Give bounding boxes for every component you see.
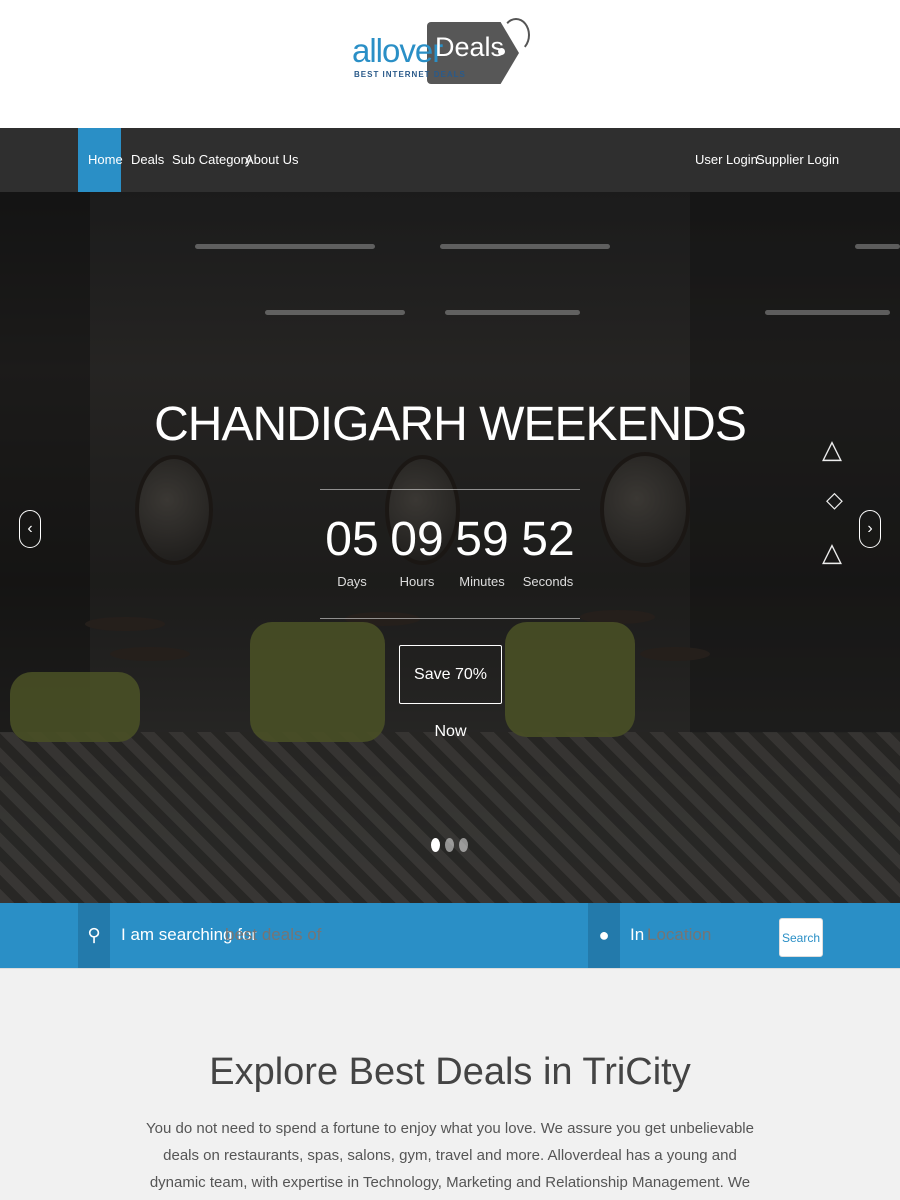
search-button[interactable]: Search (779, 918, 823, 957)
logo-subtitle: BEST INTERNET DEALS (354, 70, 466, 79)
countdown-value: 05 (325, 513, 379, 566)
slider-dot[interactable] (431, 838, 440, 852)
explore-section: Explore Best Deals in TriCity You do not… (0, 968, 900, 1200)
countdown-label: Seconds (522, 574, 574, 589)
slider-indicators (431, 838, 473, 857)
logo-tag-string (502, 18, 530, 52)
countdown-value: 09 (390, 513, 444, 566)
save-now-button[interactable]: Save 70% Now (399, 645, 502, 740)
explore-description: You do not need to spend a fortune to en… (146, 1120, 754, 1191)
slider-dot[interactable] (445, 838, 454, 852)
nav-about-us[interactable]: About Us (235, 128, 308, 192)
logo-tag-text: Deals (435, 32, 505, 62)
countdown-label: Days (337, 574, 367, 589)
logo-word: allover (352, 32, 443, 69)
hero-divider (320, 489, 580, 490)
slider-next-button[interactable]: › (859, 510, 881, 548)
chevron-right-icon: › (867, 520, 873, 537)
slider-dot[interactable] (459, 838, 468, 852)
site-logo[interactable]: allover Deals BEST INTERNET DEALS (352, 18, 532, 88)
search-icon: ⚲ (78, 903, 110, 968)
hero-slider: △ ◇ △ CHANDIGARH WEEKENDS 05 Days 09 Hou… (0, 192, 900, 903)
countdown-seconds: 52 Seconds (518, 512, 578, 589)
hero-divider (320, 618, 580, 619)
search-input[interactable] (225, 920, 585, 950)
chevron-left-icon: ‹ (27, 520, 33, 537)
countdown-minutes: 59 Minutes (452, 512, 512, 589)
countdown-hours: 09 Hours (387, 512, 447, 589)
main-nav: Home Deals Sub Category About Us User Lo… (0, 128, 900, 192)
countdown-days: 05 Days (322, 512, 382, 589)
location-input[interactable] (647, 920, 772, 950)
countdown-value: 59 (455, 513, 509, 566)
location-pin-icon: ● (588, 903, 620, 968)
site-header: allover Deals BEST INTERNET DEALS (0, 0, 900, 128)
nav-supplier-login[interactable]: Supplier Login (746, 128, 849, 192)
explore-title: Explore Best Deals in TriCity (209, 1051, 691, 1093)
search-bar: ⚲ I am searching for ● In Search (0, 903, 900, 968)
hero-title: CHANDIGARH WEEKENDS (154, 398, 747, 451)
countdown-label: Hours (399, 574, 435, 589)
nav-home[interactable]: Home (78, 128, 123, 192)
location-label: In (630, 925, 645, 944)
hero-overlay (0, 192, 900, 903)
triangle-icon: △ (822, 537, 842, 567)
countdown-label: Minutes (459, 574, 505, 589)
diamond-icon: ◇ (826, 487, 843, 512)
countdown-value: 52 (521, 513, 575, 566)
slider-prev-button[interactable]: ‹ (19, 510, 41, 548)
